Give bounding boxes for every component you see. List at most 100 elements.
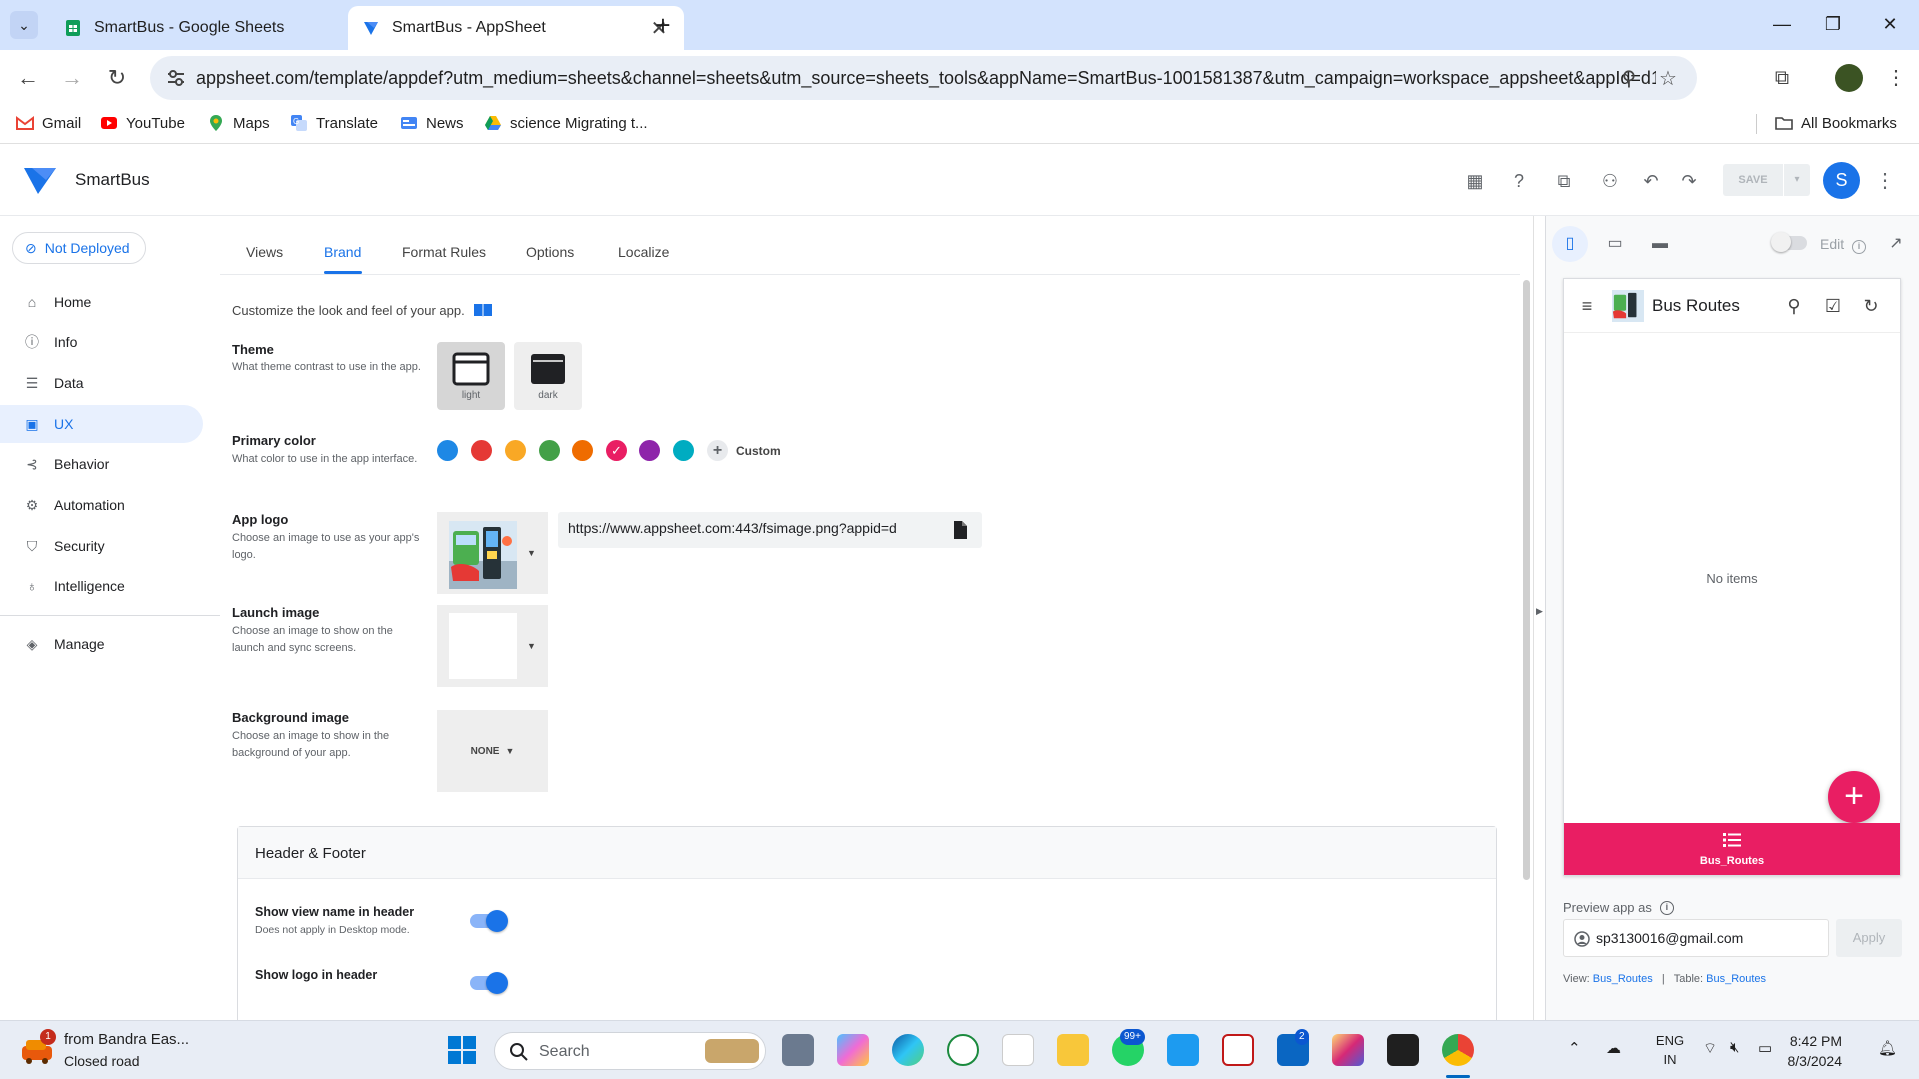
show-hidden-icons[interactable]: ⌃ [1568, 1039, 1581, 1057]
color-swatch-pink[interactable]: ✓ [606, 440, 627, 461]
header-footer-header[interactable]: Header & Footer [238, 827, 1496, 879]
notifications-bell-icon[interactable]: 🔔︎ [1878, 1039, 1897, 1057]
more-options-icon[interactable]: ⋮ [1873, 168, 1897, 194]
tab-brand[interactable]: Brand [324, 244, 361, 260]
edge-icon[interactable] [892, 1034, 924, 1066]
add-item-button[interactable]: + [1828, 771, 1880, 823]
save-button[interactable]: SAVE [1723, 164, 1783, 196]
tab-format-rules[interactable]: Format Rules [402, 244, 486, 260]
new-tab-button[interactable]: + [648, 11, 678, 41]
bookmark-gmail[interactable]: Gmail [16, 114, 81, 132]
mcafee-icon[interactable] [1222, 1034, 1254, 1066]
app-logo-url-input[interactable] [568, 520, 938, 536]
color-swatch-yellow[interactable] [505, 440, 526, 461]
chevron-down-icon[interactable]: ▼ [527, 548, 536, 558]
background-image-picker[interactable]: NONE ▼ [437, 710, 548, 792]
minimize-icon[interactable]: — [1762, 8, 1802, 40]
sidebar-item-intelligence[interactable]: ♁ Intelligence [0, 567, 203, 605]
wifi-icon[interactable]: ⌔ [1703, 1039, 1717, 1058]
show-view-name-toggle[interactable] [470, 910, 508, 932]
tab-options[interactable]: Options [526, 244, 574, 260]
reload-icon[interactable]: ↻ [101, 62, 133, 94]
sync-icon[interactable]: ↻ [1858, 293, 1884, 319]
tablet-preview-icon[interactable]: ▭ [1597, 226, 1633, 262]
edit-mode-toggle[interactable] [1771, 232, 1807, 252]
copy-app-icon[interactable]: ⧉ [1551, 168, 1577, 194]
redo-icon[interactable]: ↷ [1676, 168, 1702, 194]
preview-collapse-handle[interactable]: ▶ [1533, 216, 1545, 1020]
custom-color-button[interactable]: + Custom [707, 440, 781, 461]
tab-localize[interactable]: Localize [618, 244, 669, 260]
windows-start-icon[interactable] [447, 1035, 477, 1065]
preview-email-field[interactable] [1563, 919, 1829, 957]
bookmark-maps[interactable]: Maps [207, 114, 270, 132]
speaker-muted-icon[interactable]: 🔇︎ [1730, 1039, 1739, 1056]
sidebar-item-info[interactable]: ⓘ Info [0, 323, 203, 361]
url-text[interactable]: appsheet.com/template/appdef?utm_medium=… [196, 68, 1656, 89]
browser-menu-icon[interactable]: ⋮ [1880, 62, 1912, 94]
appsheet-logo-icon[interactable] [24, 166, 56, 194]
microsoft-store-icon[interactable] [1002, 1034, 1034, 1066]
desktop-preview-icon[interactable]: ▬ [1642, 226, 1678, 262]
input-language[interactable]: ENG IN [1650, 1031, 1690, 1069]
background-image-select[interactable]: NONE ▼ [437, 710, 548, 792]
tab-appsheet[interactable]: SmartBus - AppSheet ✕ [348, 6, 684, 50]
app-logo-picker[interactable]: ▼ [437, 512, 548, 594]
undo-icon[interactable]: ↶ [1638, 168, 1664, 194]
task-view-icon[interactable] [782, 1034, 814, 1066]
file-explorer-icon[interactable] [1057, 1034, 1089, 1066]
bookmark-star-icon[interactable]: ☆ [1655, 66, 1681, 92]
color-swatch-green[interactable] [539, 440, 560, 461]
sidebar-item-data[interactable]: ☰ Data [0, 364, 203, 402]
developer-app-icon[interactable] [1387, 1034, 1419, 1066]
extensions-icon[interactable]: ⧉ [1766, 62, 1798, 94]
sidebar-item-security[interactable]: ⛉ Security [0, 527, 203, 565]
theme-light-option[interactable]: light [437, 342, 505, 410]
bookmark-youtube[interactable]: YouTube [100, 114, 185, 132]
bookmark-science[interactable]: science Migrating t... [484, 114, 648, 132]
address-bar[interactable]: appsheet.com/template/appdef?utm_medium=… [150, 56, 1697, 100]
search-icon[interactable]: ⚲ [1781, 293, 1807, 319]
site-settings-icon[interactable] [164, 66, 188, 90]
open-in-new-icon[interactable]: ↗ [1886, 233, 1906, 253]
editor-scrollbar[interactable] [1523, 280, 1530, 880]
menu-icon[interactable]: ≡ [1574, 293, 1600, 319]
info-icon[interactable]: i [1659, 900, 1674, 915]
restore-icon[interactable]: ❐ [1813, 8, 1853, 40]
chrome-icon[interactable] [1442, 1034, 1474, 1066]
widget-headline[interactable]: from Bandra Eas... [64, 1031, 189, 1048]
file-icon[interactable] [951, 520, 969, 540]
forward-icon[interactable]: → [56, 62, 88, 94]
color-swatch-blue[interactable] [437, 440, 458, 461]
sidebar-item-manage[interactable]: ◈ Manage [0, 625, 203, 663]
show-logo-toggle[interactable] [470, 972, 508, 994]
sidebar-item-ux[interactable]: ▣ UX [0, 405, 203, 443]
system-clock[interactable]: 8:42 PM 8/3/2024 [1778, 1031, 1843, 1071]
onedrive-icon[interactable]: ☁ [1606, 1039, 1621, 1057]
window-close-icon[interactable]: ✕ [1870, 8, 1910, 40]
color-swatch-purple[interactable] [639, 440, 660, 461]
profile-avatar[interactable] [1835, 64, 1863, 92]
taskbar-search[interactable]: Search [494, 1032, 766, 1070]
app-logo-url-field[interactable] [558, 512, 982, 548]
launch-image-picker[interactable]: ▼ [437, 605, 548, 687]
zoom-icon[interactable]: ⚲ [1616, 66, 1642, 92]
save-options-icon[interactable]: ▾ [1784, 164, 1810, 196]
share-icon[interactable]: ⚇ [1597, 168, 1623, 194]
tab-google-sheets[interactable]: SmartBus - Google Sheets ✕ [50, 6, 386, 50]
deploy-status-button[interactable]: ⊘ Not Deployed [12, 232, 146, 264]
all-bookmarks[interactable]: All Bookmarks [1775, 114, 1897, 132]
performance-icon[interactable]: ▦ [1462, 168, 1488, 194]
color-swatch-teal[interactable] [673, 440, 694, 461]
select-checkbox-icon[interactable]: ☑ [1820, 293, 1846, 319]
copilot-icon[interactable] [837, 1034, 869, 1066]
preview-email-input[interactable] [1596, 930, 1816, 946]
tab-views[interactable]: Views [246, 244, 283, 260]
sidebar-item-behavior[interactable]: ⊰ Behavior [0, 445, 203, 483]
myhp-icon[interactable] [1167, 1034, 1199, 1066]
sidebar-item-automation[interactable]: ⚙ Automation [0, 486, 203, 524]
theme-dark-option[interactable]: dark [514, 342, 582, 410]
maps-app-icon[interactable] [947, 1034, 979, 1066]
instagram-icon[interactable] [1332, 1034, 1364, 1066]
bookmark-news[interactable]: News [400, 114, 464, 132]
